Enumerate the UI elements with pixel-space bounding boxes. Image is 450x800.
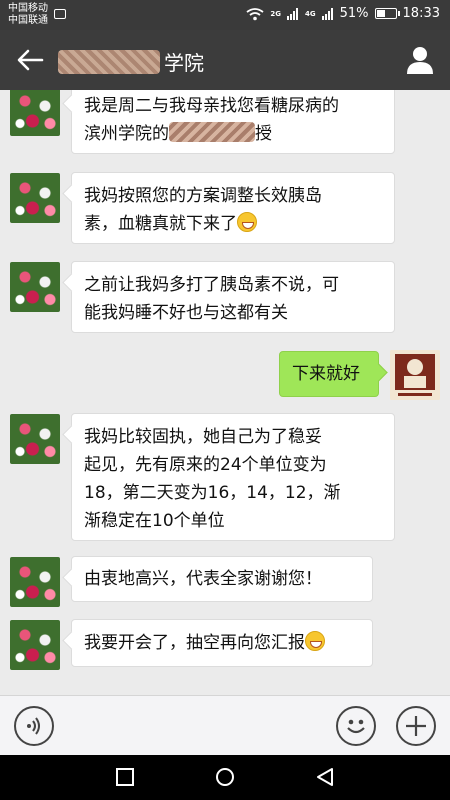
carrier-labels: 中国移动 中国联通 xyxy=(8,3,48,27)
input-bar xyxy=(0,695,450,755)
message-line: 之前让我妈多打了胰岛素不说，可 xyxy=(84,275,339,295)
message-bubble[interactable]: 由衷地高兴，代表全家谢谢您！ xyxy=(71,556,373,602)
contact-avatar[interactable] xyxy=(10,90,60,136)
message-line: 滨州学院的 授 xyxy=(84,120,382,148)
voice-input-button[interactable] xyxy=(14,706,54,746)
message-bubble[interactable]: 下来就好 xyxy=(279,351,379,397)
contact-avatar[interactable] xyxy=(10,620,60,670)
message-line: 我妈比较固执，她自己为了稳妥 xyxy=(84,427,322,447)
chat-title: 学院 xyxy=(58,47,204,76)
message-line: 我要开会了，抽空再向您汇报 xyxy=(84,629,360,657)
message-line-suffix: 授 xyxy=(255,124,272,144)
grinning-emoji-icon xyxy=(305,631,325,651)
status-right: 2G 4G 51% 18:33 xyxy=(246,6,440,21)
briefcase-icon xyxy=(54,9,66,19)
message-bubble[interactable]: 我是周二与我母亲找您看糖尿病的 滨州学院的 授 xyxy=(71,90,395,154)
nav-back-icon[interactable] xyxy=(315,767,335,787)
carrier-1: 中国移动 xyxy=(8,3,48,14)
system-nav-bar xyxy=(0,755,450,800)
contact-avatar[interactable] xyxy=(10,262,60,312)
clock: 18:33 xyxy=(402,6,440,21)
voice-icon xyxy=(27,717,40,735)
message-line-prefix: 滨州学院的 xyxy=(84,124,169,144)
contact-avatar[interactable] xyxy=(10,173,60,223)
message-line-text: 素，血糖真就下来了 xyxy=(84,214,237,234)
message-line: 渐稳定在10个单位 xyxy=(84,511,225,531)
message-bubble[interactable]: 之前让我妈多打了胰岛素不说，可 能我妈睡不好也与这都有关 xyxy=(71,261,395,333)
message-bubble[interactable]: 我妈按照您的方案调整长效胰岛 素，血糖真就下来了 xyxy=(71,172,395,244)
status-bar: 中国移动 中国联通 2G 4G 51% 18:33 xyxy=(0,0,450,30)
smiley-icon xyxy=(347,719,365,734)
contact-avatar[interactable] xyxy=(10,557,60,607)
message-line: 我是周二与我母亲找您看糖尿病的 xyxy=(84,96,339,116)
home-icon[interactable] xyxy=(215,767,235,787)
contact-avatar[interactable] xyxy=(10,414,60,464)
redacted-text xyxy=(169,122,255,142)
battery-percent: 51% xyxy=(339,6,369,21)
carrier-2: 中国联通 xyxy=(8,15,48,26)
emoji-button[interactable] xyxy=(336,706,376,746)
message-line: 由衷地高兴，代表全家谢谢您！ xyxy=(84,569,322,589)
message-line: 18，第二天变为16，14，12，渐 xyxy=(84,483,341,503)
recent-apps-icon[interactable] xyxy=(115,767,135,787)
message-list[interactable]: 我是周二与我母亲找您看糖尿病的 滨州学院的 授 我妈按照您的方案调整长效胰岛 素，… xyxy=(0,90,450,695)
message-line: 我妈按照您的方案调整长效胰岛 xyxy=(84,186,322,206)
message-line: 下来就好 xyxy=(292,364,360,384)
plus-icon xyxy=(406,716,426,736)
message-line-text: 我要开会了，抽空再向您汇报 xyxy=(84,633,305,653)
redacted-name xyxy=(58,49,160,74)
signal-icon-1 xyxy=(287,7,298,20)
self-avatar[interactable] xyxy=(390,350,440,400)
portrait-icon xyxy=(390,350,440,400)
signal-icon-2 xyxy=(321,7,333,20)
battery-icon xyxy=(374,8,400,19)
wifi-icon xyxy=(246,7,264,20)
message-bubble[interactable]: 我要开会了，抽空再向您汇报 xyxy=(71,619,373,667)
back-arrow-icon[interactable] xyxy=(14,44,46,76)
battery-fill xyxy=(376,10,386,17)
message-line: 能我妈睡不好也与这都有关 xyxy=(84,303,288,323)
more-options-button[interactable] xyxy=(396,706,436,746)
message-line: 素，血糖真就下来了 xyxy=(84,210,382,238)
network-type-1: 2G xyxy=(270,9,281,18)
person-icon[interactable] xyxy=(404,44,436,76)
chat-title-suffix: 学院 xyxy=(164,51,204,75)
message-bubble[interactable]: 我妈比较固执，她自己为了稳妥 起见，先有原来的24个单位变为 18，第二天变为1… xyxy=(71,413,395,541)
network-type-2: 4G xyxy=(305,9,316,18)
chat-header: 学院 xyxy=(0,30,450,90)
grinning-emoji-icon xyxy=(237,212,257,232)
message-line: 起见，先有原来的24个单位变为 xyxy=(84,455,327,475)
